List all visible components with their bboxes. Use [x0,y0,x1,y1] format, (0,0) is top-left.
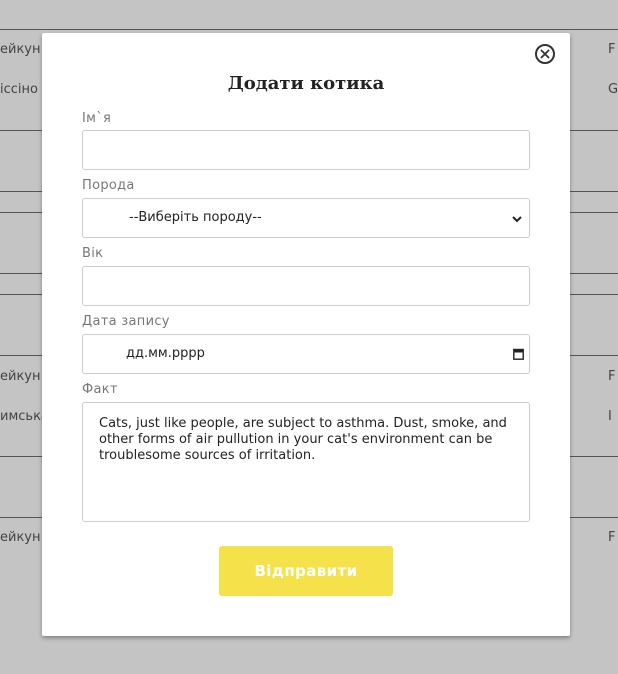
table-cell: іссіно [0,82,38,97]
table-cell: F [608,530,616,545]
chevron-down-icon [512,216,522,223]
name-label: Ім`я [82,111,112,126]
table-cell: F [608,42,616,57]
fact-label: Факт [82,382,118,397]
calendar-icon[interactable] [513,348,524,360]
breed-select-value: --Виберіть породу-- [129,210,262,225]
breed-select[interactable]: --Виберіть породу-- [82,198,530,238]
close-button[interactable] [535,44,555,64]
table-divider [0,29,618,30]
date-input[interactable]: дд.мм.рррр [82,334,530,374]
modal-title: Додати котика [227,73,385,94]
age-input[interactable] [82,266,530,306]
breed-label: Порода [82,178,135,193]
table-cell: F [608,369,616,384]
date-label: Дата запису [82,314,170,329]
submit-button[interactable]: Відправити [219,546,393,596]
age-label: Вік [82,246,104,261]
close-icon [540,49,550,59]
table-cell: G [608,82,618,97]
date-placeholder: дд.мм.рррр [126,346,205,361]
table-cell: ейкун [0,369,41,384]
name-input[interactable] [82,130,530,170]
fact-textarea[interactable]: Cats, just like people, are subject to a… [82,402,530,522]
table-cell: ейкун [0,42,41,57]
table-cell: ейкун [0,530,41,545]
table-cell: I [608,409,612,424]
add-cat-modal: Додати котика Ім`я Порода --Виберіть пор… [42,33,570,636]
